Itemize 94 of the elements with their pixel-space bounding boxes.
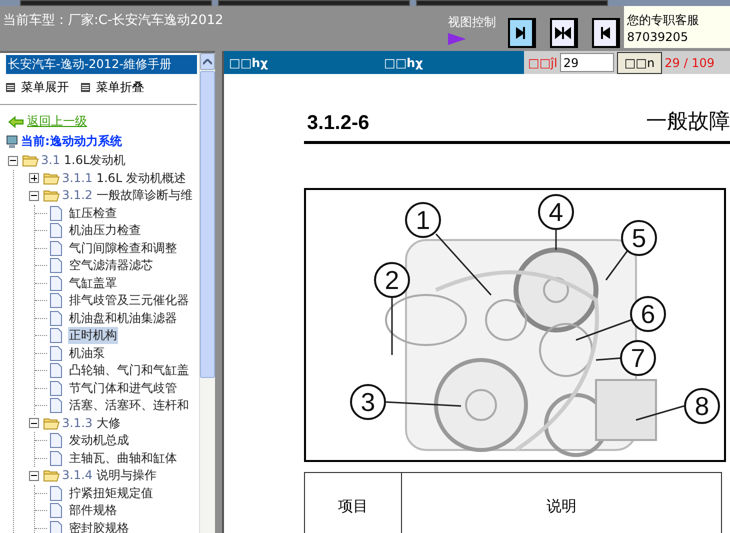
viewer-label: □□hχ [384,56,424,70]
tree-page-item[interactable]: 主轴瓦、曲轴和缸体 [68,450,178,467]
viewer-label: □□hχ [229,56,269,70]
document-icon [50,276,62,291]
document-icon [50,380,62,396]
tree-page-item[interactable]: 气缸盖罩 [68,274,118,292]
view-control-label: 视图控制 [448,14,497,31]
vehicle-label: 当前车型：厂家:C-长安汽车逸动2012 [3,12,224,29]
page-input[interactable]: 29 [560,53,614,72]
split-view-button[interactable] [550,18,578,48]
go-button[interactable]: □□n [617,52,662,74]
tree-folder-item[interactable]: 3.1 1.6L发动机 [41,152,126,170]
callout-number: 4 [548,197,564,227]
computer-icon [6,134,18,148]
document-icon [50,310,62,326]
service-phone: 87039205 [627,29,690,46]
tree-page-item[interactable]: 部件规格 [68,502,118,520]
list-icon[interactable] [81,83,90,92]
callout-number: 2 [384,265,400,295]
collapse-toggle[interactable] [29,418,39,428]
leader-line [391,296,393,355]
back-link[interactable]: 返回上一级 [27,113,87,130]
tree-page-item[interactable]: 空气滤清器滤芯 [68,257,154,274]
leader-line [555,230,557,250]
document-icon [50,450,62,466]
callout-number: 6 [640,299,656,329]
document-icon [50,503,62,518]
collapse-menu-link[interactable]: 菜单折叠 [96,79,144,96]
leader-line [636,405,684,421]
document-icon [50,398,62,414]
current-section: 当前:逸动动力系统 [21,133,122,150]
callout-number: 1 [416,205,430,235]
document-icon [50,486,62,501]
callout-number: 8 [694,391,710,421]
tree-page-item[interactable]: 正时机构 [68,327,118,344]
document-icon [50,328,62,344]
scrollbar[interactable] [199,53,215,533]
section-heading: 一般故障 [646,108,730,135]
folder-icon [43,189,60,202]
left-arrow-bar-icon [598,26,612,40]
table-header-cell: 项目 [305,473,402,533]
document-icon [50,363,62,378]
collapse-toggle[interactable] [29,470,39,481]
tree-page-item[interactable]: 节气门体和进气歧管 [68,380,178,397]
tree-page-item[interactable]: 活塞、活塞环、连杆和 [68,397,190,414]
document-icon [50,206,62,221]
tree-page-item[interactable]: 机油泵 [68,344,106,362]
folder-icon [43,469,60,482]
page-label: □□ĵl [528,56,558,70]
tree-page-item[interactable]: 发动机总成 [68,432,130,450]
tree-page-item[interactable]: 排气歧管及三元催化器 [68,292,190,310]
expand-toggle[interactable] [29,173,39,184]
folder-icon [22,154,39,168]
document-icon [50,223,62,238]
tree-folder-item[interactable]: 3.1.4 说明与操作 [62,467,156,484]
tree-page-item[interactable]: 拧紧扭矩规定值 [68,484,154,502]
expand-right-button[interactable] [508,18,536,48]
scroll-thumb[interactable] [200,71,215,378]
expand-left-button[interactable] [592,18,620,48]
document-icon [50,346,62,361]
leader-line [435,234,492,296]
service-title: 您的专职客服 [627,12,700,29]
tree-folder-item[interactable]: 3.1.3 大修 [62,414,120,432]
collapse-toggle[interactable] [29,190,39,201]
callout-number: 5 [632,223,646,253]
manual-title[interactable]: 长安汽车-逸动-2012-維修手册 [6,55,197,74]
inward-arrows-icon [555,26,571,40]
document-icon [50,520,62,533]
document-icon [50,433,62,448]
document-icon [50,240,62,256]
document-icon [50,258,62,274]
tree-page-item[interactable]: 机油盘和机油集滤器 [68,310,178,327]
list-icon[interactable] [6,83,15,92]
page-count: 29 / 109 [664,56,714,70]
section-number: 3.1.2-6 [307,112,370,135]
tree-page-item[interactable]: 气门间隙检查和调整 [68,240,178,257]
leader-line [576,319,632,341]
leader-line [596,357,622,361]
tree-folder-item[interactable]: 3.1.2 一般故障诊断与维 [62,187,192,204]
expand-menu-link[interactable]: 菜单展开 [21,79,69,96]
table-header-cell-text: 说明 [546,496,578,516]
tree-page-item[interactable]: 机油压力检查 [68,222,142,240]
tree-page-item[interactable]: 凸轮轴、气门和气缸盖 [68,362,190,380]
folder-icon [43,416,60,430]
callout-number: 7 [630,343,646,373]
left-arrow-icon[interactable] [8,116,24,128]
tree-page-item[interactable]: 缸压检查 [68,204,118,222]
document-icon [50,293,62,308]
folder-icon [43,172,60,185]
collapse-toggle[interactable] [8,156,18,166]
callout-number: 3 [360,387,376,417]
leader-line [605,250,629,280]
right-arrow-bar-icon [514,26,528,40]
tree-folder-item[interactable]: 3.1.1 1.6L 发动机概述 [62,170,186,187]
